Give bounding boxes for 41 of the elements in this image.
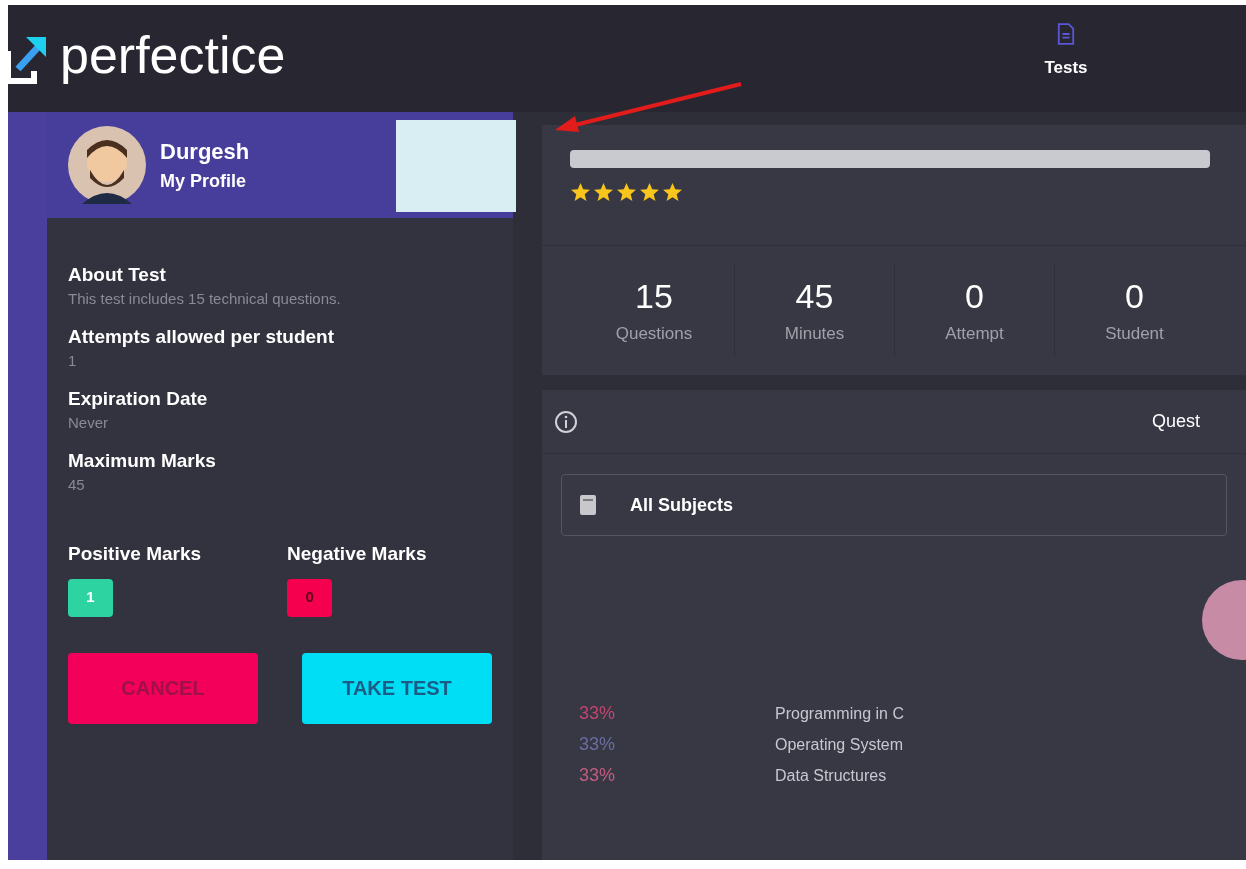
stat-label: Student — [1105, 323, 1164, 345]
legend-subject: Programming in C — [775, 703, 904, 724]
detail-value: This test includes 15 technical questions. — [68, 289, 342, 309]
stat-value: 0 — [965, 275, 984, 317]
star-icon — [662, 182, 683, 203]
star-icon — [639, 182, 660, 203]
document-icon — [1057, 23, 1075, 45]
stat-label: Minutes — [784, 323, 845, 345]
marks-label: Negative Marks — [287, 542, 427, 566]
marks-badge: 1 — [68, 578, 113, 617]
book-icon — [578, 494, 598, 516]
star-icon — [593, 182, 614, 203]
detail-value: 45 — [68, 475, 86, 495]
stat-value: 45 — [795, 275, 834, 317]
stat-label: Questions — [615, 323, 693, 345]
take-test-button[interactable]: TAKE TEST — [302, 652, 492, 724]
stat-value: 0 — [1125, 275, 1144, 317]
detail-label: Expiration Date — [68, 387, 209, 411]
marks-label: Positive Marks — [68, 542, 202, 566]
my-profile-link[interactable]: My Profile — [160, 169, 250, 192]
profile-name: Durgesh — [160, 138, 250, 166]
legend-percent: 33% — [579, 702, 617, 725]
marks-badge: 0 — [287, 578, 333, 617]
detail-label: Attempts allowed per student — [68, 325, 336, 349]
detail-value: 1 — [68, 351, 78, 371]
star-icon — [570, 182, 591, 203]
tests-nav-tab[interactable]: Tests — [1018, 23, 1114, 81]
legend-subject: Operating System — [775, 734, 904, 755]
subject-select[interactable]: All Subjects — [561, 474, 1227, 536]
info-icon — [554, 409, 578, 434]
stat-value: 15 — [635, 275, 673, 317]
star-icon — [616, 182, 637, 203]
detail-label: Maximum Marks — [68, 449, 217, 473]
legend-percent: 33% — [579, 733, 617, 756]
avatar-icon — [68, 126, 146, 204]
legend-subject: Data Structures — [775, 765, 887, 786]
stat-label: Attempt — [945, 323, 1004, 345]
questions-heading: Quest — [1152, 410, 1201, 433]
detail-label: About Test — [68, 263, 167, 287]
legend-percent: 33% — [579, 764, 617, 787]
detail-value: Never — [68, 413, 109, 433]
